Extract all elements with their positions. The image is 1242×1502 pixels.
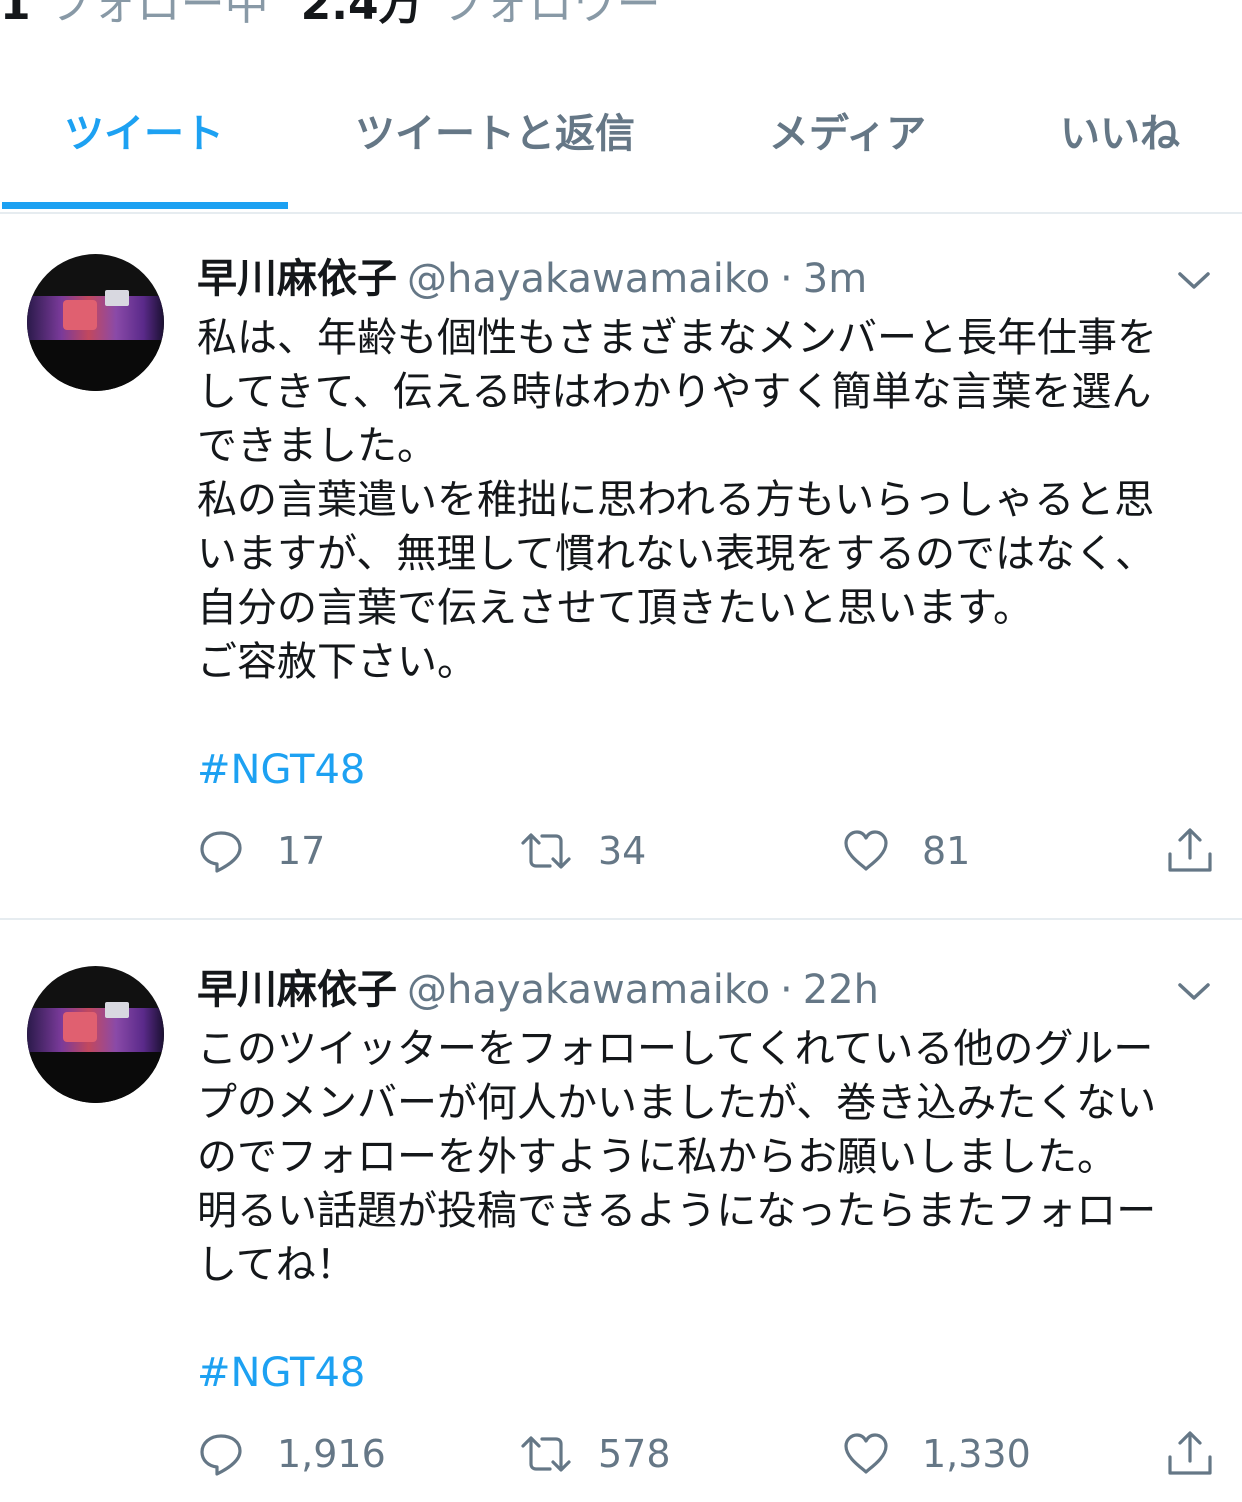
retweet-count: 578: [598, 1432, 671, 1476]
tab-media[interactable]: メディア: [745, 76, 950, 210]
tweet-header: 早川麻依子 @hayakawamaiko · 3m: [197, 249, 867, 309]
separator-dot: ·: [780, 256, 793, 302]
share-icon[interactable]: [1165, 826, 1215, 876]
tweet-timestamp[interactable]: 3m: [803, 256, 867, 302]
user-handle[interactable]: @hayakawamaiko: [407, 967, 770, 1013]
retweet-button[interactable]: 578: [520, 1427, 671, 1481]
tweet-text-line: できました。: [197, 423, 437, 469]
tweet-text-line: ご容赦下さい。: [197, 639, 477, 685]
heart-icon: [844, 830, 888, 871]
reply-count: 1,916: [277, 1432, 386, 1476]
reply-count: 17: [277, 829, 326, 873]
user-handle[interactable]: @hayakawamaiko: [407, 256, 770, 302]
profile-stats: 1 フォロー中 2.4万 フォロワー: [0, 0, 1242, 30]
active-tab-indicator: [2, 202, 288, 209]
avatar[interactable]: [27, 966, 164, 1103]
tab-tweets[interactable]: ツイート: [0, 76, 288, 210]
like-count: 1,330: [922, 1432, 1031, 1476]
tweet-text-line: してきて、伝える時はわかりやすく簡単な言葉を選ん: [197, 369, 1152, 415]
retweet-button[interactable]: 34: [520, 824, 646, 878]
tweet-text-line: いますが、無理して慣れない表現をするのではなく、: [197, 531, 1155, 577]
display-name[interactable]: 早川麻依子: [197, 256, 397, 302]
tweet-text-line: してね！: [197, 1242, 356, 1288]
reply-button[interactable]: 1,916: [197, 1427, 386, 1481]
hashtag-link[interactable]: #NGT48: [197, 743, 365, 797]
avatar[interactable]: [27, 254, 164, 391]
tweet-text-line: 私の言葉遣いを稚拙に思われる方もいらっしゃると思: [197, 477, 1155, 523]
tweet-text-line: 私は、年齢も個性もさまざまなメンバーと長年仕事を: [197, 315, 1157, 361]
retweet-icon: [521, 833, 571, 869]
share-icon[interactable]: [1165, 1429, 1215, 1479]
followers-count[interactable]: 2.4万: [301, 0, 423, 30]
separator-dot: ·: [780, 967, 793, 1013]
followers-label[interactable]: フォロワー: [441, 0, 661, 30]
following-count[interactable]: 1: [0, 0, 31, 30]
like-button[interactable]: 1,330: [842, 1427, 1031, 1481]
following-label[interactable]: フォロー中: [49, 0, 269, 30]
tweet-text-line: このツイッターをフォローしてくれている他のグルー: [197, 1026, 1154, 1072]
tweet-text-line: のでフォローを外すように私からお願いしました。: [197, 1134, 1117, 1180]
tweet-text: このツイッターをフォローしてくれている他のグルー プのメンバーが何人かいましたが…: [197, 1022, 1217, 1292]
retweet-icon: [521, 1436, 571, 1472]
reply-icon: [200, 831, 242, 873]
reply-button[interactable]: 17: [197, 824, 325, 878]
tweet-text-line: プのメンバーが何人かいましたが、巻き込みたくない: [197, 1080, 1157, 1126]
tweet-text-line: 明るい話題が投稿できるようになったらまたフォロー: [197, 1188, 1157, 1234]
tab-tweets-and-replies[interactable]: ツイートと返信: [330, 76, 660, 210]
retweet-count: 34: [598, 829, 647, 873]
chevron-down-icon[interactable]: [1176, 268, 1212, 292]
display-name[interactable]: 早川麻依子: [197, 967, 397, 1013]
tweet-divider: [0, 918, 1242, 920]
profile-tabs: ツイート ツイートと返信 メディア いいね: [0, 76, 1242, 214]
tweet-text-line: 自分の言葉で伝えさせて頂きたいと思います。: [197, 585, 1033, 631]
tab-likes[interactable]: いいね: [1040, 76, 1200, 210]
tweet-text: 私は、年齢も個性もさまざまなメンバーと長年仕事を してきて、伝える時はわかりやす…: [197, 311, 1217, 689]
chevron-down-icon[interactable]: [1176, 979, 1212, 1003]
tweet-header: 早川麻依子 @hayakawamaiko · 22h: [197, 960, 879, 1020]
like-count: 81: [922, 829, 971, 873]
reply-icon: [200, 1434, 242, 1476]
tweet-timestamp[interactable]: 22h: [803, 967, 879, 1013]
heart-icon: [844, 1433, 888, 1474]
like-button[interactable]: 81: [842, 824, 970, 878]
hashtag-link[interactable]: #NGT48: [197, 1346, 365, 1400]
